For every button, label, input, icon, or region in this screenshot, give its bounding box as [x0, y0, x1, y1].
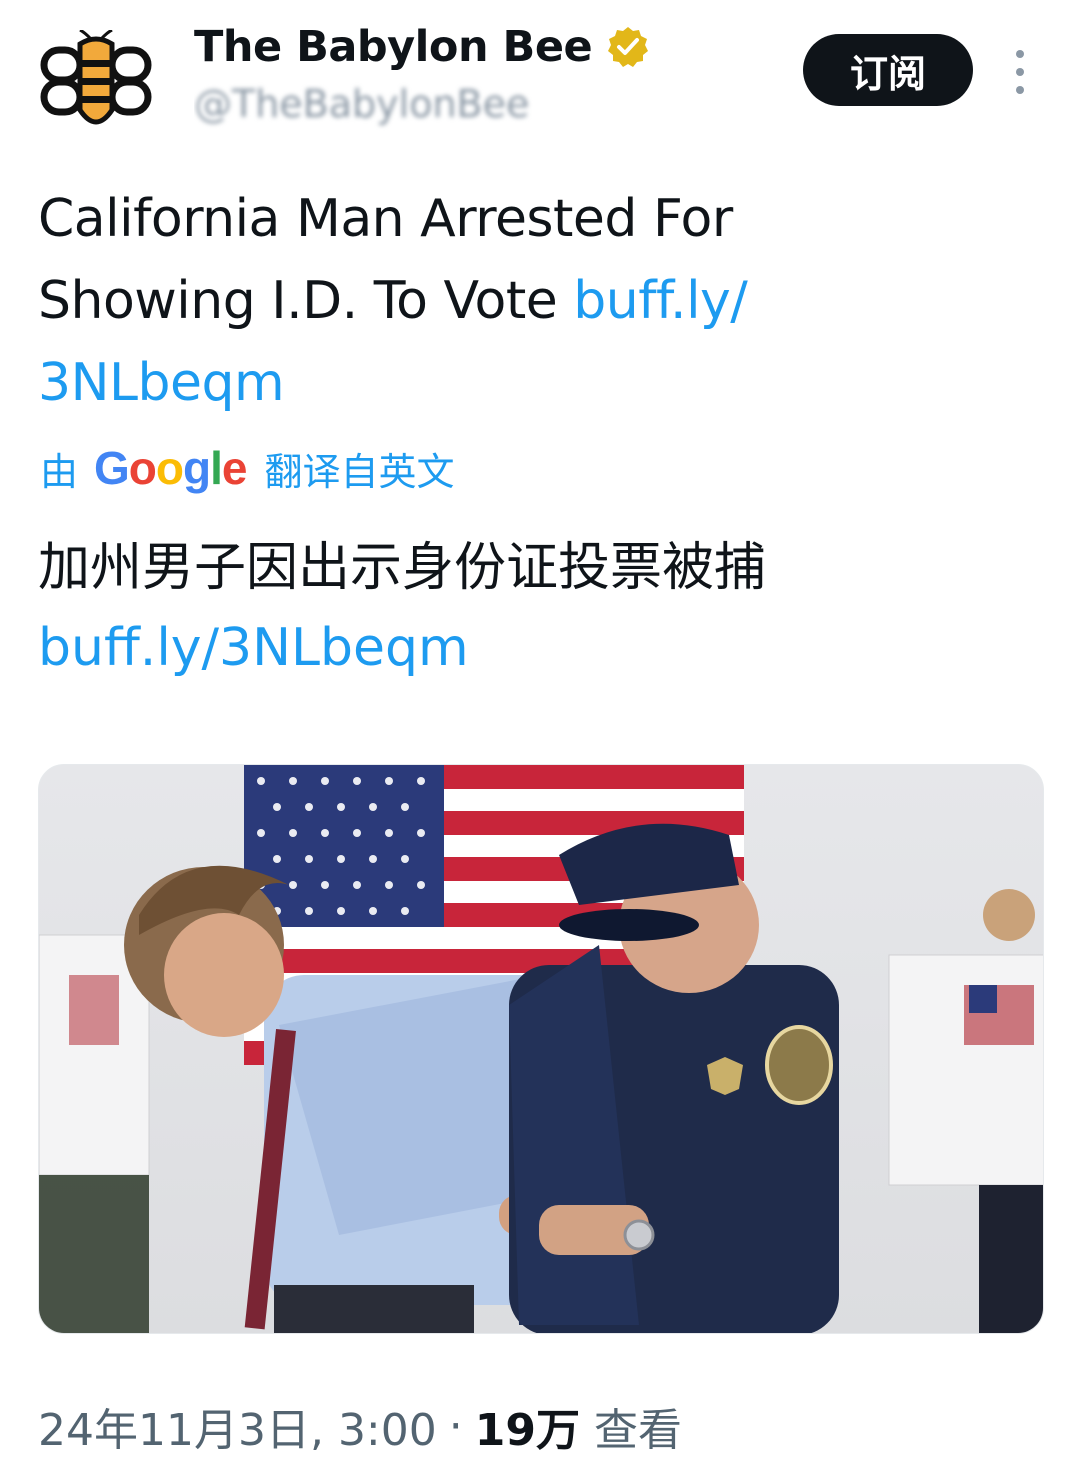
- tweet-meta: 24年11月3日, 3:00 · 19万 查看: [38, 1394, 682, 1458]
- translation-suffix: 翻译自英文: [264, 449, 455, 494]
- handle[interactable]: @TheBabylonBee: [194, 82, 624, 134]
- translation-attribution[interactable]: 由 Google 翻译自英文: [40, 440, 455, 496]
- meta-separator: ·: [448, 1400, 463, 1452]
- views-label: 查看: [593, 1405, 682, 1456]
- tweet-text: California Man Arrested For Showing I.D.…: [38, 178, 1048, 424]
- subscribe-button[interactable]: 订阅: [803, 34, 973, 106]
- arrest-photo: [39, 765, 1043, 1333]
- translated-text: 加州男子因出示身份证投票被捕 buff.ly/3NLbeqm: [38, 528, 1048, 688]
- tweet-date[interactable]: 24年11月3日, 3:00: [38, 1394, 437, 1458]
- tweet-line: Showing I.D. To Vote buff.ly/: [38, 260, 1048, 342]
- translation-prefix: 由: [40, 449, 79, 494]
- tweet-link[interactable]: buff.ly/: [573, 271, 748, 331]
- tweet-link-continued[interactable]: 3NLbeqm: [38, 342, 1048, 424]
- tweet-image[interactable]: [38, 764, 1044, 1334]
- tweet-header: The Babylon Bee @TheBabylonBee 订阅: [0, 0, 1080, 150]
- views-count[interactable]: 19万: [475, 1394, 580, 1458]
- google-logo: Google: [94, 442, 247, 494]
- tweet-line-text: Showing I.D. To Vote: [38, 271, 574, 331]
- name-row: The Babylon Bee: [194, 22, 650, 72]
- tweet-line: California Man Arrested For: [38, 189, 733, 249]
- verified-badge-icon[interactable]: [606, 25, 650, 69]
- avatar[interactable]: [40, 28, 152, 134]
- translated-line: 加州男子因出示身份证投票被捕: [38, 538, 767, 598]
- display-name[interactable]: The Babylon Bee: [194, 22, 593, 72]
- more-vertical-icon[interactable]: [1008, 50, 1032, 94]
- babylon-bee-logo-icon: [40, 28, 152, 125]
- translated-link[interactable]: buff.ly/3NLbeqm: [38, 608, 1048, 688]
